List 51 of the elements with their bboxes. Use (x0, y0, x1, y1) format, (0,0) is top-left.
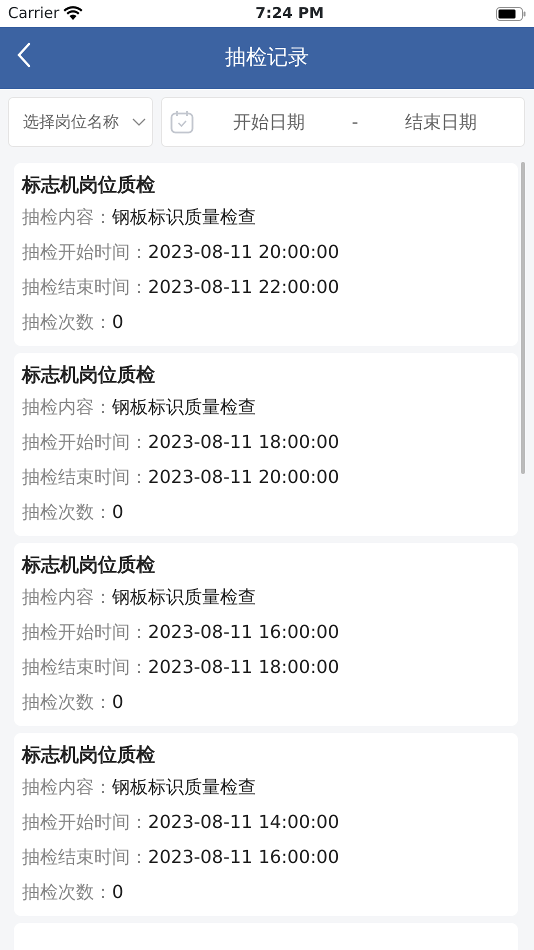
field-value: 0 (112, 882, 124, 903)
field-label: 抽检内容： (22, 397, 112, 418)
date-range-field[interactable]: 开始日期 - 结束日期 (161, 97, 525, 147)
field-value: 0 (112, 312, 124, 333)
field-value: 钢板标识质量检查 (112, 777, 256, 798)
post-select[interactable]: 选择岗位名称 (8, 97, 153, 147)
page-title: 抽检记录 (225, 44, 309, 72)
record-title: 标志机岗位质检 (22, 553, 156, 578)
field-label: 抽检结束时间： (22, 277, 148, 298)
field-label: 抽检内容： (22, 207, 112, 228)
record-title: 标志机岗位质检 (22, 743, 156, 768)
record-card[interactable]: 标志机岗位质检 抽检内容：钢板标识质量检查 抽检开始时间：2023-08-11 20:00:00 抽检结束时间：2023-08-11 22:00:00 抽检次数：0 (14, 163, 518, 346)
field-value: 2023-08-11 18:00:00 (148, 432, 340, 453)
field-value: 2023-08-11 16:00:00 (148, 622, 340, 643)
record-title: 标志机岗位质检 (22, 363, 156, 388)
field-label: 抽检次数： (22, 312, 112, 333)
battery-icon (496, 6, 526, 20)
calendar-icon (170, 110, 194, 134)
field-label: 抽检开始时间： (22, 812, 148, 833)
field-label: 抽检开始时间： (22, 242, 148, 263)
field-value: 钢板标识质量检查 (112, 207, 256, 228)
field-value: 钢板标识质量检查 (112, 397, 256, 418)
field-label: 抽检开始时间： (22, 432, 148, 453)
field-value: 钢板标识质量检查 (112, 587, 256, 608)
field-label: 抽检内容： (22, 587, 112, 608)
record-card[interactable]: 标志机岗位质检 抽检内容：钢板标识质量检查 抽检开始时间：2023-08-11 18:00:00 抽检结束时间：2023-08-11 20:00:00 抽检次数：0 (14, 353, 518, 536)
field-label: 抽检结束时间： (22, 847, 148, 868)
field-value: 0 (112, 692, 124, 713)
back-icon (16, 41, 32, 69)
back-button[interactable] (16, 41, 32, 69)
carrier-text: Carrier (8, 3, 60, 24)
field-label: 抽检开始时间： (22, 622, 148, 643)
field-label: 抽检结束时间： (22, 657, 148, 678)
record-title: 标志机岗位质检 (22, 173, 156, 198)
field-label: 抽检内容： (22, 777, 112, 798)
record-card[interactable]: 标志机岗位质检 抽检内容：钢板标识质量检查 抽检开始时间：2023-08-11 14:00:00 抽检结束时间：2023-08-11 16:00:00 抽检次数：0 (14, 733, 518, 916)
record-card[interactable]: 标志机岗位质检 抽检内容：钢板标识质量检查 抽检开始时间：2023-08-11 16:00:00 抽检结束时间：2023-08-11 18:00:00 抽检次数：0 (14, 543, 518, 726)
field-value: 2023-08-11 20:00:00 (148, 467, 340, 488)
clock-text: 7:24 PM (255, 3, 324, 24)
field-value: 2023-08-11 16:00:00 (148, 847, 340, 868)
field-value: 2023-08-11 20:00:00 (148, 242, 340, 263)
chevron-down-icon (132, 118, 146, 126)
field-label: 抽检次数： (22, 502, 112, 523)
field-label: 抽检次数： (22, 882, 112, 903)
field-label: 抽检次数： (22, 692, 112, 713)
field-value: 2023-08-11 14:00:00 (148, 812, 340, 833)
wifi-icon (63, 6, 84, 21)
field-label: 抽检结束时间： (22, 467, 148, 488)
field-value: 2023-08-11 22:00:00 (148, 277, 340, 298)
field-value: 2023-08-11 18:00:00 (148, 657, 340, 678)
field-value: 0 (112, 502, 124, 523)
